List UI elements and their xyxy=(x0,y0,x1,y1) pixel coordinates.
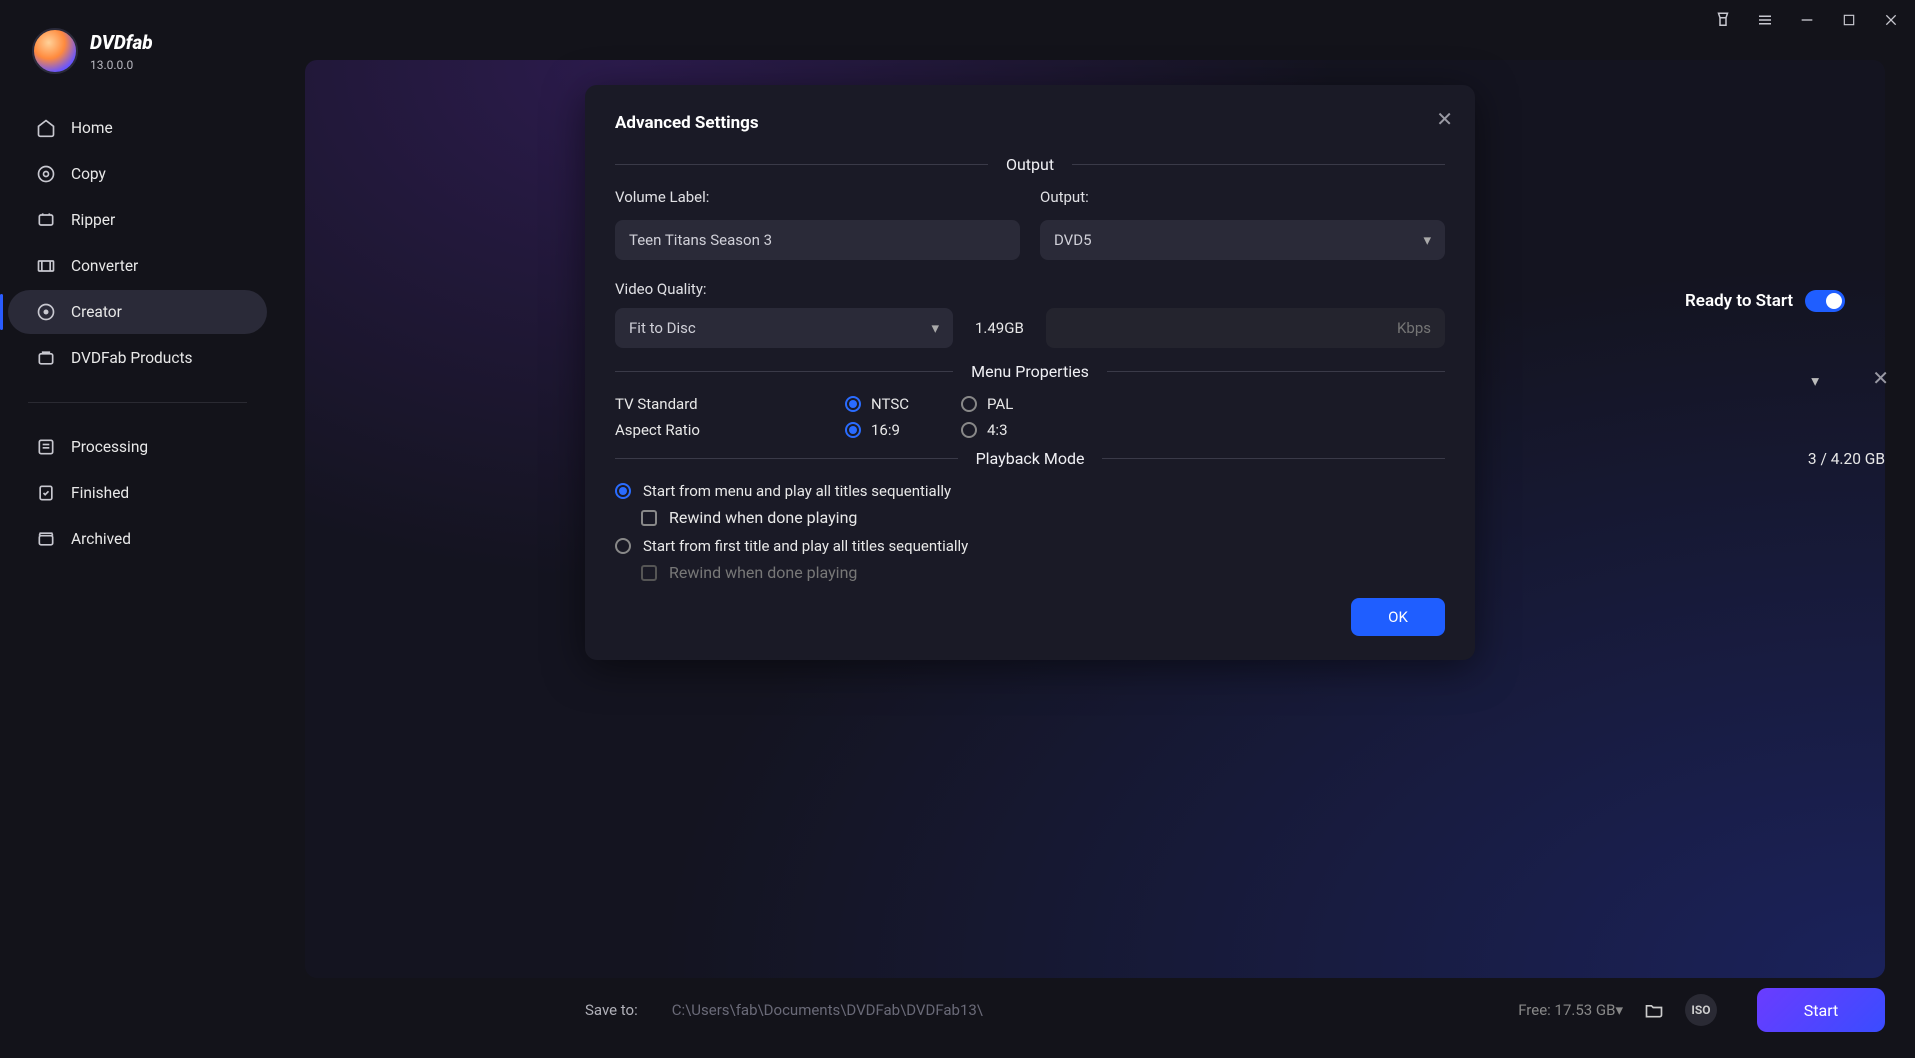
bitrate-input[interactable] xyxy=(1046,308,1445,348)
converter-icon xyxy=(36,256,56,276)
nav-creator[interactable]: Creator xyxy=(8,290,267,334)
nav-label: Finished xyxy=(71,484,129,502)
playback-opt1-radio[interactable] xyxy=(615,483,631,499)
modal-close-button[interactable]: ✕ xyxy=(1436,107,1453,131)
bottom-bar: Save to: C:\Users\fab\Documents\DVDFab\D… xyxy=(585,988,1885,1032)
nav-label: Copy xyxy=(71,165,106,183)
maximize-button[interactable] xyxy=(1839,10,1859,30)
playback-opt2-label: Start from first title and play all titl… xyxy=(643,537,968,555)
aspect-16-9-radio[interactable] xyxy=(845,422,861,438)
section-output: Output xyxy=(1006,155,1054,174)
chevron-down-icon: ▾ xyxy=(1423,231,1431,249)
nav-label: Creator xyxy=(71,303,122,321)
close-button[interactable] xyxy=(1881,10,1901,30)
nav-label: Processing xyxy=(71,438,148,456)
archived-icon xyxy=(36,529,56,549)
nav-divider xyxy=(28,402,247,403)
save-path: C:\Users\fab\Documents\DVDFab\DVDFab13\ xyxy=(672,1001,1498,1019)
volume-label: Volume Label: xyxy=(615,188,1020,206)
iso-button[interactable]: ISO xyxy=(1685,994,1717,1026)
folder-icon[interactable] xyxy=(1643,1000,1665,1020)
save-to-label: Save to: xyxy=(585,1001,638,1019)
size-used: 3 xyxy=(1808,450,1817,468)
nav-copy[interactable]: Copy xyxy=(8,152,267,196)
playback-opt1-label: Start from menu and play all titles sequ… xyxy=(643,482,951,500)
ok-button[interactable]: OK xyxy=(1351,598,1445,636)
nav-label: Home xyxy=(71,119,113,137)
output-size: 1.49GB xyxy=(965,319,1034,337)
section-playback: Playback Mode xyxy=(976,449,1085,468)
theme-icon[interactable] xyxy=(1713,10,1733,30)
processing-icon xyxy=(36,437,56,457)
copy-icon xyxy=(36,164,56,184)
chevron-down-icon[interactable]: ▾ xyxy=(1807,372,1819,390)
nav-processing[interactable]: Processing xyxy=(8,425,267,469)
app-name: DVDfab xyxy=(90,31,153,54)
aspect-ratio-label: Aspect Ratio xyxy=(615,421,845,439)
nav-home[interactable]: Home xyxy=(8,106,267,150)
start-button[interactable]: Start xyxy=(1757,988,1885,1032)
rewind1-label: Rewind when done playing xyxy=(669,508,857,527)
nav-label: Ripper xyxy=(71,211,115,229)
nav-converter[interactable]: Converter xyxy=(8,244,267,288)
advanced-settings-modal: Advanced Settings ✕ Output Volume Label:… xyxy=(585,85,1475,660)
pal-label: PAL xyxy=(987,395,1013,413)
modal-title: Advanced Settings xyxy=(615,113,1445,133)
ready-panel: Ready to Start ▾ ✕ 3 / 4.20 GB xyxy=(1685,290,1885,468)
output-label: Output: xyxy=(1040,188,1445,206)
finished-icon xyxy=(36,483,56,503)
ntsc-radio[interactable] xyxy=(845,396,861,412)
close-icon[interactable]: ✕ xyxy=(1872,366,1889,390)
quality-select[interactable]: Fit to Disc▾ xyxy=(615,308,953,348)
nav-label: Converter xyxy=(71,257,138,275)
section-menu: Menu Properties xyxy=(971,362,1089,381)
pal-radio[interactable] xyxy=(961,396,977,412)
rewind2-checkbox xyxy=(641,565,657,581)
ntsc-label: NTSC xyxy=(871,395,909,413)
nav-label: Archived xyxy=(71,530,131,548)
home-icon xyxy=(36,118,56,138)
aspect-16-9-label: 16:9 xyxy=(871,421,900,439)
sidebar: DVDfab 13.0.0.0 Home Copy Ripper Convert… xyxy=(0,0,275,1058)
aspect-4-3-radio[interactable] xyxy=(961,422,977,438)
window-controls xyxy=(1713,10,1901,30)
free-space: Free: 17.53 GB▾ xyxy=(1518,1001,1623,1019)
ready-toggle[interactable] xyxy=(1805,290,1845,312)
creator-icon xyxy=(36,302,56,322)
tv-standard-label: TV Standard xyxy=(615,395,845,413)
main-area: Ready to Start ▾ ✕ 3 / 4.20 GB Advanced … xyxy=(275,0,1915,1058)
nav-archived[interactable]: Archived xyxy=(8,517,267,561)
chevron-down-icon: ▾ xyxy=(931,319,939,337)
app-logo-block: DVDfab 13.0.0.0 xyxy=(0,18,275,104)
minimize-button[interactable] xyxy=(1797,10,1817,30)
playback-opt2-radio[interactable] xyxy=(615,538,631,554)
nav-ripper[interactable]: Ripper xyxy=(8,198,267,242)
quality-label: Video Quality: xyxy=(615,280,1445,298)
ready-label: Ready to Start xyxy=(1685,291,1793,311)
products-icon xyxy=(36,348,56,368)
size-total: / 4.20 GB xyxy=(1820,450,1885,468)
nav-products[interactable]: DVDFab Products xyxy=(8,336,267,380)
nav-finished[interactable]: Finished xyxy=(8,471,267,515)
app-logo-icon xyxy=(32,28,78,74)
chevron-down-icon[interactable]: ▾ xyxy=(1615,1001,1623,1019)
volume-input[interactable]: Teen Titans Season 3 xyxy=(615,220,1020,260)
nav-label: DVDFab Products xyxy=(71,349,193,367)
aspect-4-3-label: 4:3 xyxy=(987,421,1008,439)
menu-icon[interactable] xyxy=(1755,10,1775,30)
rewind1-checkbox[interactable] xyxy=(641,510,657,526)
output-select[interactable]: DVD5▾ xyxy=(1040,220,1445,260)
rewind2-label: Rewind when done playing xyxy=(669,563,857,582)
ripper-icon xyxy=(36,210,56,230)
app-version: 13.0.0.0 xyxy=(90,58,153,72)
